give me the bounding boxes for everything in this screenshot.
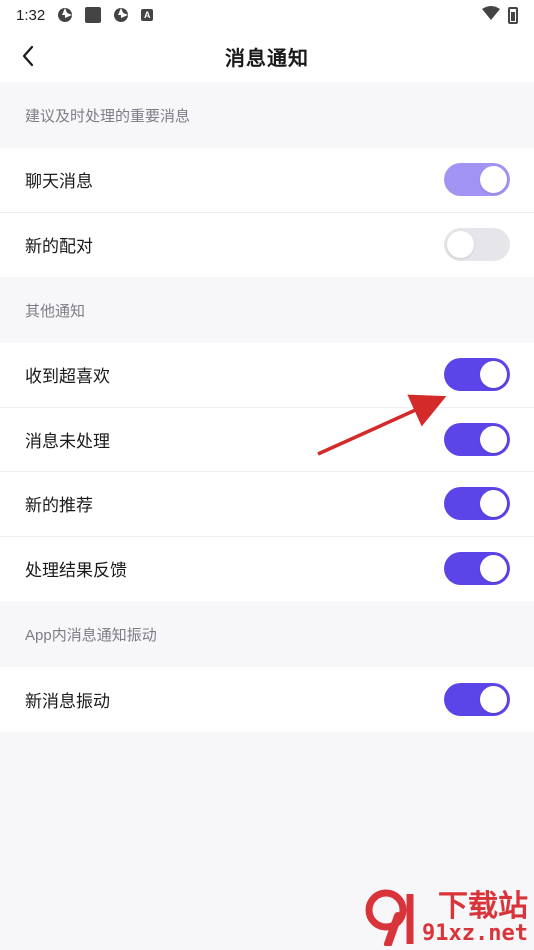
setting-row: 处理结果反馈: [0, 536, 534, 601]
a-badge-icon: A: [141, 9, 154, 21]
toggle-switch[interactable]: [444, 487, 510, 521]
toggle-switch[interactable]: [444, 228, 510, 262]
setting-row: 收到超喜欢: [0, 343, 534, 408]
toggle-switch[interactable]: [444, 682, 510, 716]
section-header: App内消息通知振动: [0, 601, 534, 667]
toggle-knob: [480, 685, 507, 713]
toggle-knob: [480, 166, 507, 194]
toggle-switch[interactable]: [444, 552, 510, 586]
back-button[interactable]: [14, 42, 42, 70]
wifi-icon: [482, 6, 500, 24]
toggle-switch[interactable]: [444, 163, 510, 197]
setting-label: 新的推荐: [25, 496, 93, 516]
section-header: 其他通知: [0, 277, 534, 343]
aperture-icon-2: [113, 7, 129, 23]
chevron-left-icon: [22, 45, 34, 67]
battery-icon: [508, 6, 518, 24]
watermark: 下载站 91xz.net: [360, 888, 528, 946]
status-bar: 1:32 A: [0, 0, 534, 30]
setting-label: 新消息振动: [25, 691, 110, 711]
toggle-switch[interactable]: [444, 422, 510, 456]
toggle-knob: [480, 555, 507, 583]
section-header: 建议及时处理的重要消息: [0, 82, 534, 148]
setting-label: 新的配对: [25, 237, 93, 257]
settings-list: 建议及时处理的重要消息聊天消息新的配对其他通知收到超喜欢消息未处理新的推荐处理结…: [0, 82, 534, 732]
watermark-title: 下载站: [438, 888, 528, 924]
square-app-icon: [85, 7, 102, 23]
setting-label: 收到超喜欢: [25, 367, 110, 387]
toggle-knob: [480, 361, 507, 389]
setting-row: 新的配对: [0, 212, 534, 277]
setting-row: 新的推荐: [0, 472, 534, 537]
toggle-switch[interactable]: [444, 358, 510, 392]
status-right: [482, 6, 518, 24]
setting-label: 消息未处理: [25, 431, 110, 451]
nav-bar: 消息通知: [0, 30, 534, 82]
aperture-icon: [57, 7, 73, 23]
setting-row: 消息未处理: [0, 407, 534, 472]
status-time: 1:32: [16, 6, 46, 24]
watermark-url: 91xz.net: [422, 920, 528, 946]
page-title: 消息通知: [225, 47, 309, 70]
status-left: 1:32 A: [16, 6, 154, 24]
toggle-knob: [447, 231, 474, 259]
settings-group: 聊天消息 新的配对: [0, 148, 534, 277]
setting-row: 聊天消息: [0, 148, 534, 213]
setting-label: 聊天消息: [25, 172, 93, 192]
settings-group: 收到超喜欢消息未处理新的推荐处理结果反馈: [0, 343, 534, 601]
settings-group: 新消息振动: [0, 667, 534, 732]
watermark-text: 下载站 91xz.net: [422, 888, 528, 946]
setting-label: 处理结果反馈: [25, 561, 127, 581]
toggle-knob: [480, 490, 507, 518]
watermark-logo-icon: [365, 889, 414, 946]
setting-row: 新消息振动: [0, 667, 534, 732]
toggle-knob: [480, 425, 507, 453]
